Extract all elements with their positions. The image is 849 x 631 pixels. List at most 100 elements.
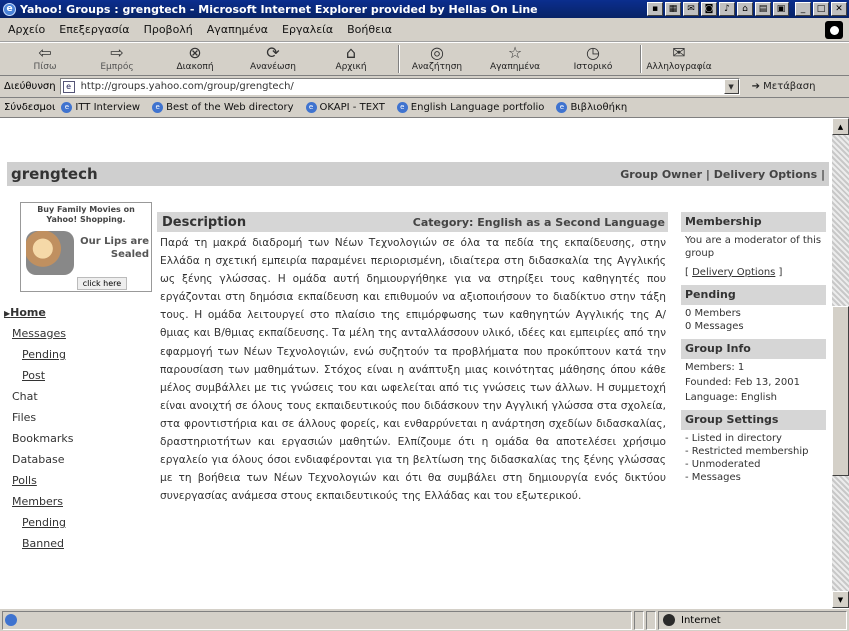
delivery-options-right-link[interactable]: Delivery Options [692,267,775,278]
nav-item-home[interactable]: ▶Home [0,302,150,323]
group-header-links: Group Owner | Delivery Options | [620,167,825,181]
zone-label: Internet [681,614,721,626]
link-item[interactable]: e English Language portfolio [396,102,544,113]
menu-item[interactable]: Εργαλεία [282,23,333,36]
link-page-icon: e [152,102,164,113]
menu-item[interactable]: Προβολή [144,23,193,36]
nav-label: Pending [22,516,66,529]
description-text: Παρά τη μακρά διαδρομή των Νέων Τεχνολογ… [160,237,666,503]
toolbar-separator [398,45,400,73]
window-title: Yahoo! Groups : grengtech - Microsoft In… [20,2,538,16]
search-icon: ◎ [430,43,444,62]
group-language: Language: English [685,392,778,403]
nav-item-bookmarks[interactable]: Bookmarks [0,428,150,449]
nav-label: Chat [12,390,38,403]
status-pane [634,610,644,630]
stop-icon: ⊗ [188,43,202,62]
link-item[interactable]: e OKAPI - TEXT [305,102,385,113]
minimize-icon[interactable]: _ [795,2,811,16]
group-info-heading: Group Info [681,339,826,359]
address-dropdown-icon[interactable]: ▼ [723,79,739,94]
menu-item[interactable]: Αρχείο [8,23,45,36]
link-page-icon: e [61,102,73,113]
pending-heading: Pending [681,285,826,305]
favorites-button[interactable]: ☆ Αγαπημένα [484,43,546,73]
menu-item[interactable]: Επεξεργασία [59,23,129,36]
mail-button[interactable]: ✉ Αλληλογραφία [646,43,712,73]
left-nav: ▶Home Messages Pending Post Chat Files Bookmar… [0,302,150,554]
refresh-button[interactable]: ⟳ Ανανέωση [242,43,304,73]
delivery-options-link[interactable]: Delivery Options [714,168,817,181]
address-bar: Διεύθυνση e http://groups.yahoo.com/grou… [0,76,849,98]
ad-banner[interactable]: Buy Family Movies on Yahoo! Shopping. Ou… [20,202,152,292]
nav-item-database[interactable]: Database [0,449,150,470]
nav-item-pending[interactable]: Pending [0,344,150,365]
pending-item[interactable]: 0 Members [681,307,826,320]
nav-label: Banned [22,537,64,550]
nav-item-post[interactable]: Post [0,365,150,386]
group-name[interactable]: grengtech [7,165,98,183]
nav-item-polls[interactable]: Polls [0,470,150,491]
membership-text: You are a moderator of this group [685,235,822,259]
toolbar-label: Αλληλογραφία [646,62,712,72]
page-icon: e [62,80,75,93]
group-header: grengtech Group Owner | Delivery Options… [7,162,829,186]
internet-zone-icon [663,614,675,626]
standard-toolbar: ⇦ Πίσω ⇨ Εμπρός ⊗ Διακοπή ⟳ Ανανέωση ⌂ Αρχική ◎ Ανα… [0,42,849,76]
status-pane [646,610,656,630]
toolbar-label: Αναζήτηση [411,62,463,72]
back-arrow-icon: ⇦ [38,43,52,62]
setting-item: - Restricted membership [685,446,809,457]
stop-button[interactable]: ⊗ Διακοπή [164,43,226,73]
go-button[interactable]: ➔ Μετάβαση [752,81,816,92]
vertical-scrollbar[interactable]: ▲ ▼ [832,118,849,608]
nav-item-banned[interactable]: Banned [0,533,150,554]
address-input[interactable]: e http://groups.yahoo.com/group/grengtec… [59,78,740,95]
home-button[interactable]: ⌂ Αρχική [320,43,382,73]
menu-item[interactable]: Αγαπημένα [207,23,268,36]
description-title: Description [162,214,247,230]
nav-label: Post [22,369,46,382]
forward-arrow-icon: ⇨ [110,43,124,62]
links-label: Σύνδεσμοι [4,102,56,113]
delivery-options-box: [ Delivery Options ] [685,267,783,278]
ad-click-button[interactable]: click here [77,277,127,290]
ad-text: Our Lips are Sealed [80,236,149,260]
group-owner-link[interactable]: Group Owner [620,168,702,181]
search-button[interactable]: ◎ Αναζήτηση [406,43,468,73]
menu-item[interactable]: Βοήθεια [347,23,392,36]
nav-item-pending[interactable]: Pending [0,512,150,533]
mail-icon: ✉ [672,43,686,62]
members-count: Members: 1 [685,362,745,373]
maximize-icon[interactable]: □ [813,2,829,16]
link-label: OKAPI - TEXT [319,102,385,113]
nav-item-files[interactable]: Files [0,407,150,428]
toolbar-label: Ιστορικό [573,62,613,72]
toolbar-label: Αγαπημένα [489,62,541,72]
title-bar[interactable]: e Yahoo! Groups : grengtech - Microsoft … [0,0,849,18]
nav-label: Members [12,495,63,508]
camera-icon: ◙ [701,2,717,16]
pending-item[interactable]: 0 Messages [681,320,826,333]
history-button[interactable]: ◷ Ιστορικό [562,43,624,73]
forward-arrow-button[interactable]: ⇨ Εμπρός [86,43,148,73]
category-label[interactable]: Category: English as a Second Language [413,216,668,229]
link-label: Βιβλιοθήκη [570,102,628,113]
nav-label: Polls [12,474,37,487]
scroll-thumb[interactable] [832,306,849,476]
windows-logo-icon [825,21,843,39]
settings-list: - Listed in directory - Restricted member… [681,432,826,484]
nav-item-members[interactable]: Members [0,491,150,512]
scroll-up-icon[interactable]: ▲ [832,118,849,135]
toolbar-separator [640,45,642,73]
group-settings-heading: Group Settings [681,410,826,430]
close-icon[interactable]: ✕ [831,2,847,16]
scroll-down-icon[interactable]: ▼ [832,591,849,608]
link-item[interactable]: e Βιβλιοθήκη [556,102,627,113]
back-arrow-button[interactable]: ⇦ Πίσω [14,43,76,73]
nav-item-messages[interactable]: Messages [0,323,150,344]
ms-icon: ▪ [647,2,663,16]
link-item[interactable]: e Best of the Web directory [152,102,294,113]
link-item[interactable]: e ITT Interview [61,102,140,113]
nav-item-chat[interactable]: Chat [0,386,150,407]
